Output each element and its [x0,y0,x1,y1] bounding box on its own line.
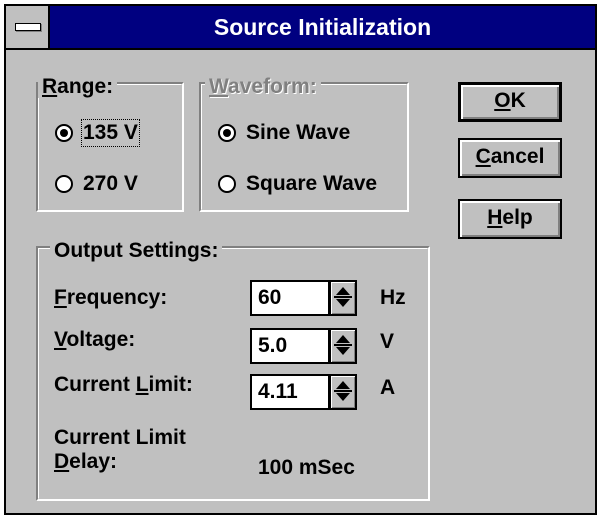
spinner-up-arrow-icon [336,335,350,343]
spinner-up-arrow-icon [336,381,350,389]
range-legend: Range: [38,76,118,98]
spinner-down-arrow-icon [336,393,350,401]
radio-square-wave-label[interactable]: Square Wave [246,172,377,196]
current-limit-spinner[interactable] [329,374,357,410]
spinner-down-arrow-icon [336,299,350,307]
radio-270v-label[interactable]: 270 V [83,172,138,196]
radio-sine-wave-label[interactable]: Sine Wave [246,121,350,145]
title-bar[interactable]: Source Initialization [6,6,595,50]
spinner-divider [334,344,352,346]
dialog-window: Source Initialization Range: 135 V 270 V… [4,4,597,515]
radio-270v[interactable] [55,175,73,193]
current-limit-unit: A [380,376,396,399]
radio-135v-label[interactable]: 135 V [81,119,140,147]
frequency-label: Frequency: [54,286,168,309]
spinner-up-arrow-icon [336,287,350,295]
waveform-legend: Waveform: [205,76,321,98]
ok-button[interactable]: OK [458,82,562,122]
voltage-unit: V [380,330,395,353]
voltage-input[interactable]: 5.0 [250,328,330,364]
system-menu-icon [15,23,41,31]
current-limit-label: Current Limit: [54,373,193,396]
window-title: Source Initialization [213,14,432,40]
spinner-down-arrow-icon [336,347,350,355]
radio-sine-wave[interactable] [218,124,236,142]
cancel-button[interactable]: Cancel [458,138,562,178]
spinner-divider [334,296,352,298]
frequency-unit: Hz [380,286,406,309]
current-limit-delay-label-line2: Delay: [54,450,118,473]
voltage-spinner[interactable] [329,328,357,364]
radio-135v[interactable] [55,124,73,142]
output-settings-legend: Output Settings: [50,240,223,262]
help-button[interactable]: Help [458,199,562,239]
voltage-label: Voltage: [54,328,136,351]
current-limit-input[interactable]: 4.11 [250,374,330,410]
current-limit-delay-value: 100 mSec [258,456,355,479]
radio-square-wave[interactable] [218,175,236,193]
current-limit-delay-label-line1: Current Limit [54,426,186,449]
system-menu-button[interactable] [6,6,50,48]
frequency-input[interactable]: 60 [250,280,330,316]
frequency-spinner[interactable] [329,280,357,316]
spinner-divider [334,390,352,392]
